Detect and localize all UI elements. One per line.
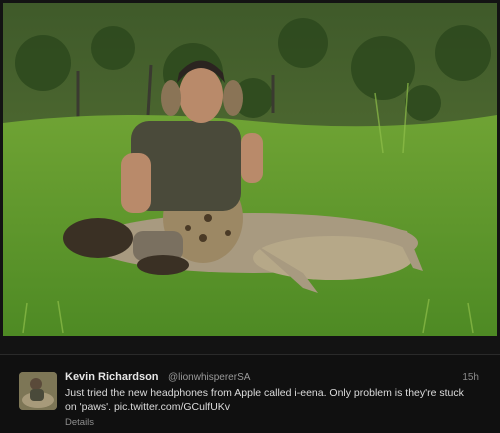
tweet-photo[interactable] [3,3,497,336]
details-link[interactable]: Details [65,417,94,428]
profile-avatar[interactable] [19,372,57,410]
author-handle[interactable]: @lionwhispererSA [168,372,250,383]
tweet-timestamp[interactable]: 15h [462,372,479,383]
tweet-text: Just tried the new headphones from Apple… [65,387,464,413]
tweet-card[interactable]: Kevin Richardson @lionwhispererSA 15h Ju… [0,355,500,433]
author-name[interactable]: Kevin Richardson [65,371,159,383]
